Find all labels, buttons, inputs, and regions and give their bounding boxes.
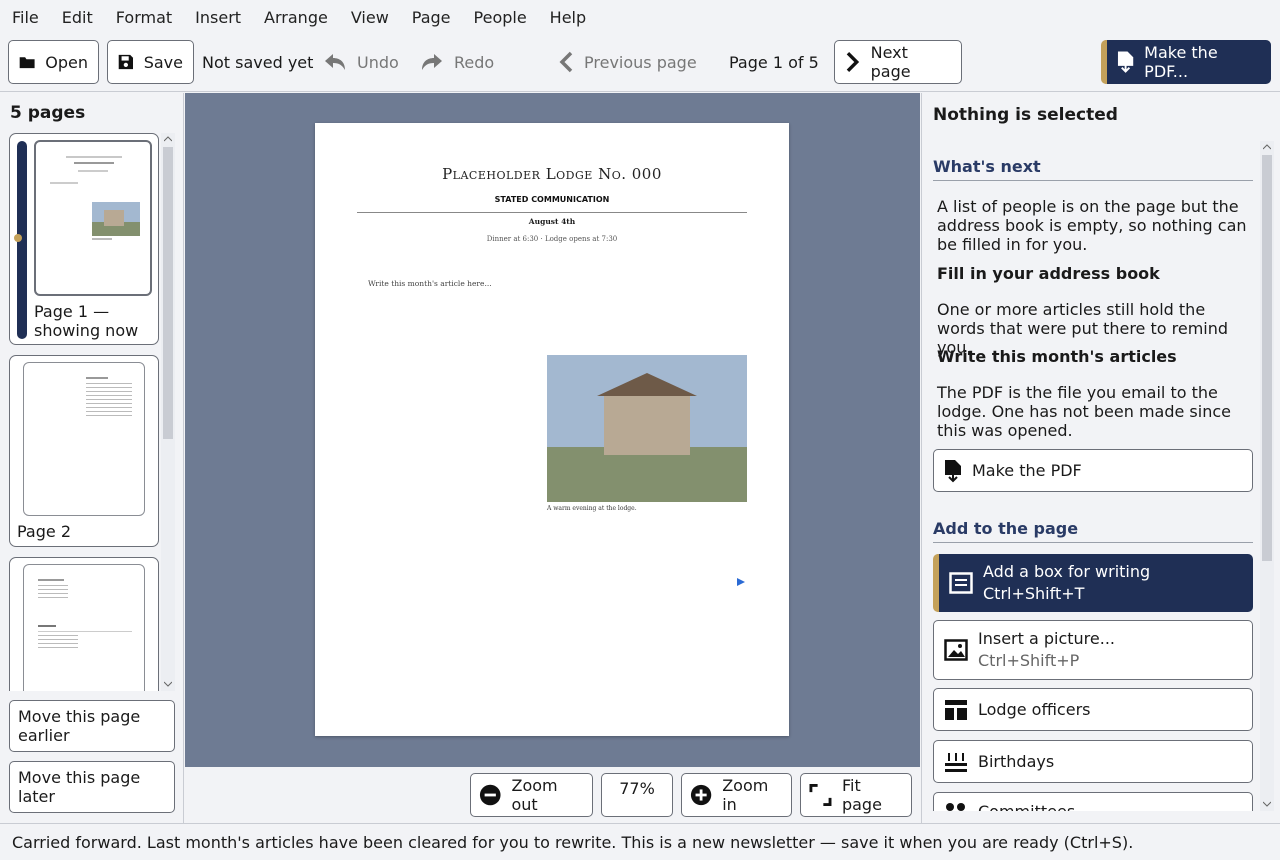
tip-pdf: The PDF is the file you email to the lod… <box>937 383 1231 440</box>
pages-count: 5 pages <box>10 103 86 123</box>
open-button[interactable]: Open <box>8 40 99 84</box>
status-bar: Carried forward. Last month's articles h… <box>0 823 1280 860</box>
zoom-level-field[interactable]: 77% <box>601 773 673 817</box>
scroll-up-icon[interactable] <box>164 136 172 142</box>
menu-format[interactable]: Format <box>116 8 172 27</box>
redo-icon <box>422 54 442 70</box>
pages-panel: 5 pages Page 1 — showing now Page 2 Move… <box>0 93 184 823</box>
header-divider <box>357 212 747 213</box>
next-page-button[interactable]: Next page <box>834 40 962 84</box>
move-page-later-button[interactable]: Move this page later <box>9 761 175 813</box>
save-button[interactable]: Save <box>107 40 194 84</box>
scroll-down-icon[interactable] <box>164 681 172 687</box>
make-pdf-inspector-button[interactable]: Make the PDF <box>933 449 1253 492</box>
picture-icon <box>944 639 968 661</box>
committees-button[interactable]: Committees <box>933 792 1253 811</box>
fit-page-button[interactable]: Fit page <box>800 773 912 817</box>
page-2-label: Page 2 <box>17 522 71 541</box>
page-2-preview <box>23 362 145 516</box>
insert-picture-button[interactable]: Insert a picture... Ctrl+Shift+P <box>933 620 1253 680</box>
meeting-date: August 4th <box>528 217 576 226</box>
inspector-title: Nothing is selected <box>933 105 1118 125</box>
fit-page-icon <box>809 784 832 806</box>
menu-help[interactable]: Help <box>550 8 586 27</box>
table-icon <box>945 699 967 720</box>
current-page-dot <box>14 234 22 242</box>
minus-circle-icon <box>479 784 501 806</box>
page-thumbnails: Page 1 — showing now Page 2 <box>9 133 159 691</box>
birthdays-button[interactable]: Birthdays <box>933 740 1253 783</box>
zoom-in-button[interactable]: Zoom in <box>681 773 792 817</box>
menu-bar: File Edit Format Insert Arrange View Pag… <box>0 0 1280 34</box>
toolbar: Open Save Not saved yet Undo Redo Previo… <box>0 34 1280 92</box>
chevron-left-icon <box>559 51 573 73</box>
pages-scrollbar-thumb[interactable] <box>163 147 173 439</box>
article-placeholder[interactable]: Write this month's article here... <box>368 279 492 288</box>
cake-icon <box>945 752 967 772</box>
save-icon <box>118 54 134 70</box>
save-status: Not saved yet <box>202 52 314 72</box>
page-1-label: Page 1 — showing now <box>34 302 139 340</box>
inspector-content: What's next A list of people is on the p… <box>933 141 1253 811</box>
page-thumbnail-2[interactable]: Page 2 <box>9 355 159 547</box>
write-articles-link[interactable]: Write this month's articles <box>937 347 1177 366</box>
inspector-panel: Nothing is selected What's next A list o… <box>921 93 1280 823</box>
redo-button[interactable]: Redo <box>420 40 494 84</box>
page-canvas: Placeholder Lodge No. 000 STATED COMMUNI… <box>185 93 920 767</box>
continue-arrow-icon <box>737 578 745 586</box>
meeting-subtitle: STATED COMMUNICATION <box>494 195 610 204</box>
plus-circle-icon <box>690 784 712 806</box>
newsletter-page[interactable]: Placeholder Lodge No. 000 STATED COMMUNI… <box>315 123 789 736</box>
picture-caption: A warm evening at the lodge. <box>547 505 637 512</box>
move-page-earlier-button[interactable]: Move this page earlier <box>9 700 175 752</box>
lodge-officers-button[interactable]: Lodge officers <box>933 688 1253 731</box>
text-box-icon <box>949 572 973 594</box>
page-indicator: Page 1 of 5 <box>729 52 819 72</box>
inspector-scrollbar-thumb[interactable] <box>1262 155 1272 561</box>
scroll-down-icon[interactable] <box>1263 801 1271 807</box>
whats-next-heading: What's next <box>933 157 1253 181</box>
menu-insert[interactable]: Insert <box>195 8 241 27</box>
pdf-download-icon <box>1117 51 1134 73</box>
tip-address-book: A list of people is on the page but the … <box>937 197 1247 254</box>
menu-people[interactable]: People <box>474 8 527 27</box>
menu-arrange[interactable]: Arrange <box>264 8 328 27</box>
make-pdf-button[interactable]: Make the PDF... <box>1101 40 1271 84</box>
meeting-times: Dinner at 6:30 · Lodge opens at 7:30 <box>486 235 618 243</box>
inspector-scrollbar[interactable] <box>1260 141 1274 811</box>
lodge-picture[interactable] <box>547 355 747 502</box>
undo-button[interactable]: Undo <box>323 40 399 84</box>
menu-file[interactable]: File <box>12 8 39 27</box>
menu-edit[interactable]: Edit <box>62 8 93 27</box>
menu-view[interactable]: View <box>351 8 389 27</box>
add-text-box-button[interactable]: Add a box for writing Ctrl+Shift+T <box>933 554 1253 612</box>
pdf-download-icon <box>945 459 961 482</box>
zoom-bar: Zoom out 77% Zoom in Fit page <box>185 767 920 823</box>
page-3-preview <box>23 564 145 691</box>
page-thumbnail-3[interactable] <box>9 557 159 691</box>
previous-page-button[interactable]: Previous page <box>558 40 697 84</box>
zoom-out-button[interactable]: Zoom out <box>470 773 593 817</box>
page-1-preview <box>34 140 152 296</box>
chevron-right-icon <box>846 52 860 72</box>
pages-scrollbar[interactable] <box>161 133 175 691</box>
undo-icon <box>325 54 345 70</box>
folder-icon <box>19 57 35 69</box>
menu-page[interactable]: Page <box>412 8 451 27</box>
people-icon <box>946 803 965 811</box>
lodge-name-heading: Placeholder Lodge No. 000 <box>442 165 662 183</box>
scroll-up-icon[interactable] <box>1263 144 1271 150</box>
page-thumbnail-1[interactable]: Page 1 — showing now <box>9 133 159 345</box>
add-to-page-heading: Add to the page <box>933 519 1253 543</box>
fill-address-book-link[interactable]: Fill in your address book <box>937 264 1160 283</box>
